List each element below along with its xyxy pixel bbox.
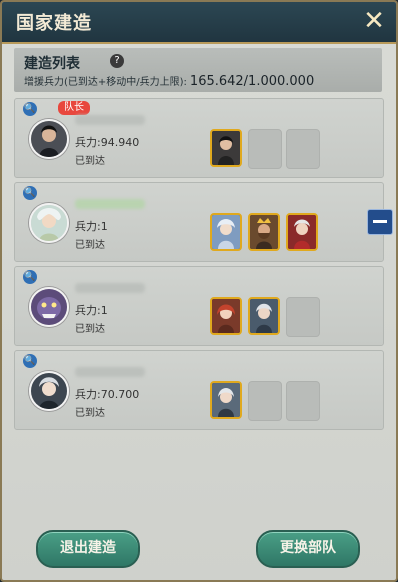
- hero-portrait[interactable]: [210, 213, 242, 251]
- build-dialog: 国家建造 ✕ 建造列表 ? 增援兵力(已到达+移动中/兵力上限): 165.642…: [0, 0, 398, 582]
- hero-portrait[interactable]: [210, 381, 242, 419]
- magnifier-icon[interactable]: 🔍: [23, 102, 37, 116]
- swap-troops-button[interactable]: 更换部队: [256, 530, 360, 568]
- empty-hero-slot[interactable]: [286, 129, 320, 169]
- empty-hero-slot[interactable]: [286, 297, 320, 337]
- troop-count: 兵力:70.700: [75, 388, 140, 401]
- magnifier-icon[interactable]: 🔍: [23, 186, 37, 200]
- build-list-title: 建造列表: [24, 56, 80, 72]
- leader-badge: 队长: [58, 101, 90, 115]
- reinforcement-line: 增援兵力(已到达+移动中/兵力上限): 165.642/1.000.000: [24, 73, 314, 89]
- member-card: 🔍 兵力:70.700 已到达: [14, 350, 384, 430]
- reinforcement-label: 增援兵力(已到达+移动中/兵力上限):: [24, 77, 187, 88]
- avatar[interactable]: [29, 287, 69, 327]
- title-bar: 国家建造 ✕: [2, 2, 396, 44]
- troop-count: 兵力:1: [75, 220, 108, 233]
- empty-hero-slot[interactable]: [248, 129, 282, 169]
- member-card: 🔍 兵力:1 已到达: [14, 266, 384, 346]
- member-card: 🔍 兵力:1 已到达: [14, 182, 393, 262]
- arrival-status: 已到达: [75, 324, 105, 335]
- player-name-blurred: [75, 283, 145, 293]
- dialog-title: 国家建造: [16, 13, 92, 34]
- hero-portrait[interactable]: [248, 297, 280, 335]
- close-icon[interactable]: ✕: [360, 7, 388, 35]
- hero-portrait[interactable]: [286, 213, 318, 251]
- empty-hero-slot[interactable]: [248, 381, 282, 421]
- arrival-status: 已到达: [75, 156, 105, 167]
- arrival-status: 已到达: [75, 240, 105, 251]
- hero-portrait[interactable]: [210, 129, 242, 167]
- question-icon[interactable]: ?: [110, 54, 124, 68]
- arrival-status: 已到达: [75, 408, 105, 419]
- magnifier-icon[interactable]: 🔍: [23, 354, 37, 368]
- exit-build-button[interactable]: 退出建造: [36, 530, 140, 568]
- avatar[interactable]: [29, 371, 69, 411]
- hero-portrait[interactable]: [248, 213, 280, 251]
- minus-icon[interactable]: [367, 209, 393, 235]
- empty-hero-slot[interactable]: [286, 381, 320, 421]
- troop-count: 兵力:94.940: [75, 136, 140, 149]
- reinforcement-value: 165.642/1.000.000: [189, 74, 315, 89]
- member-card: 🔍 队长 兵力:94.940 已到达: [14, 98, 384, 178]
- hero-portrait[interactable]: [210, 297, 242, 335]
- avatar[interactable]: [29, 119, 69, 159]
- magnifier-icon[interactable]: 🔍: [23, 270, 37, 284]
- avatar[interactable]: [29, 203, 69, 243]
- troop-count: 兵力:1: [75, 304, 108, 317]
- player-name-blurred: [75, 367, 145, 377]
- player-name-blurred: [75, 115, 145, 125]
- build-summary: 建造列表 ? 增援兵力(已到达+移动中/兵力上限): 165.642/1.000.…: [14, 48, 382, 126]
- player-name-blurred: [75, 199, 145, 209]
